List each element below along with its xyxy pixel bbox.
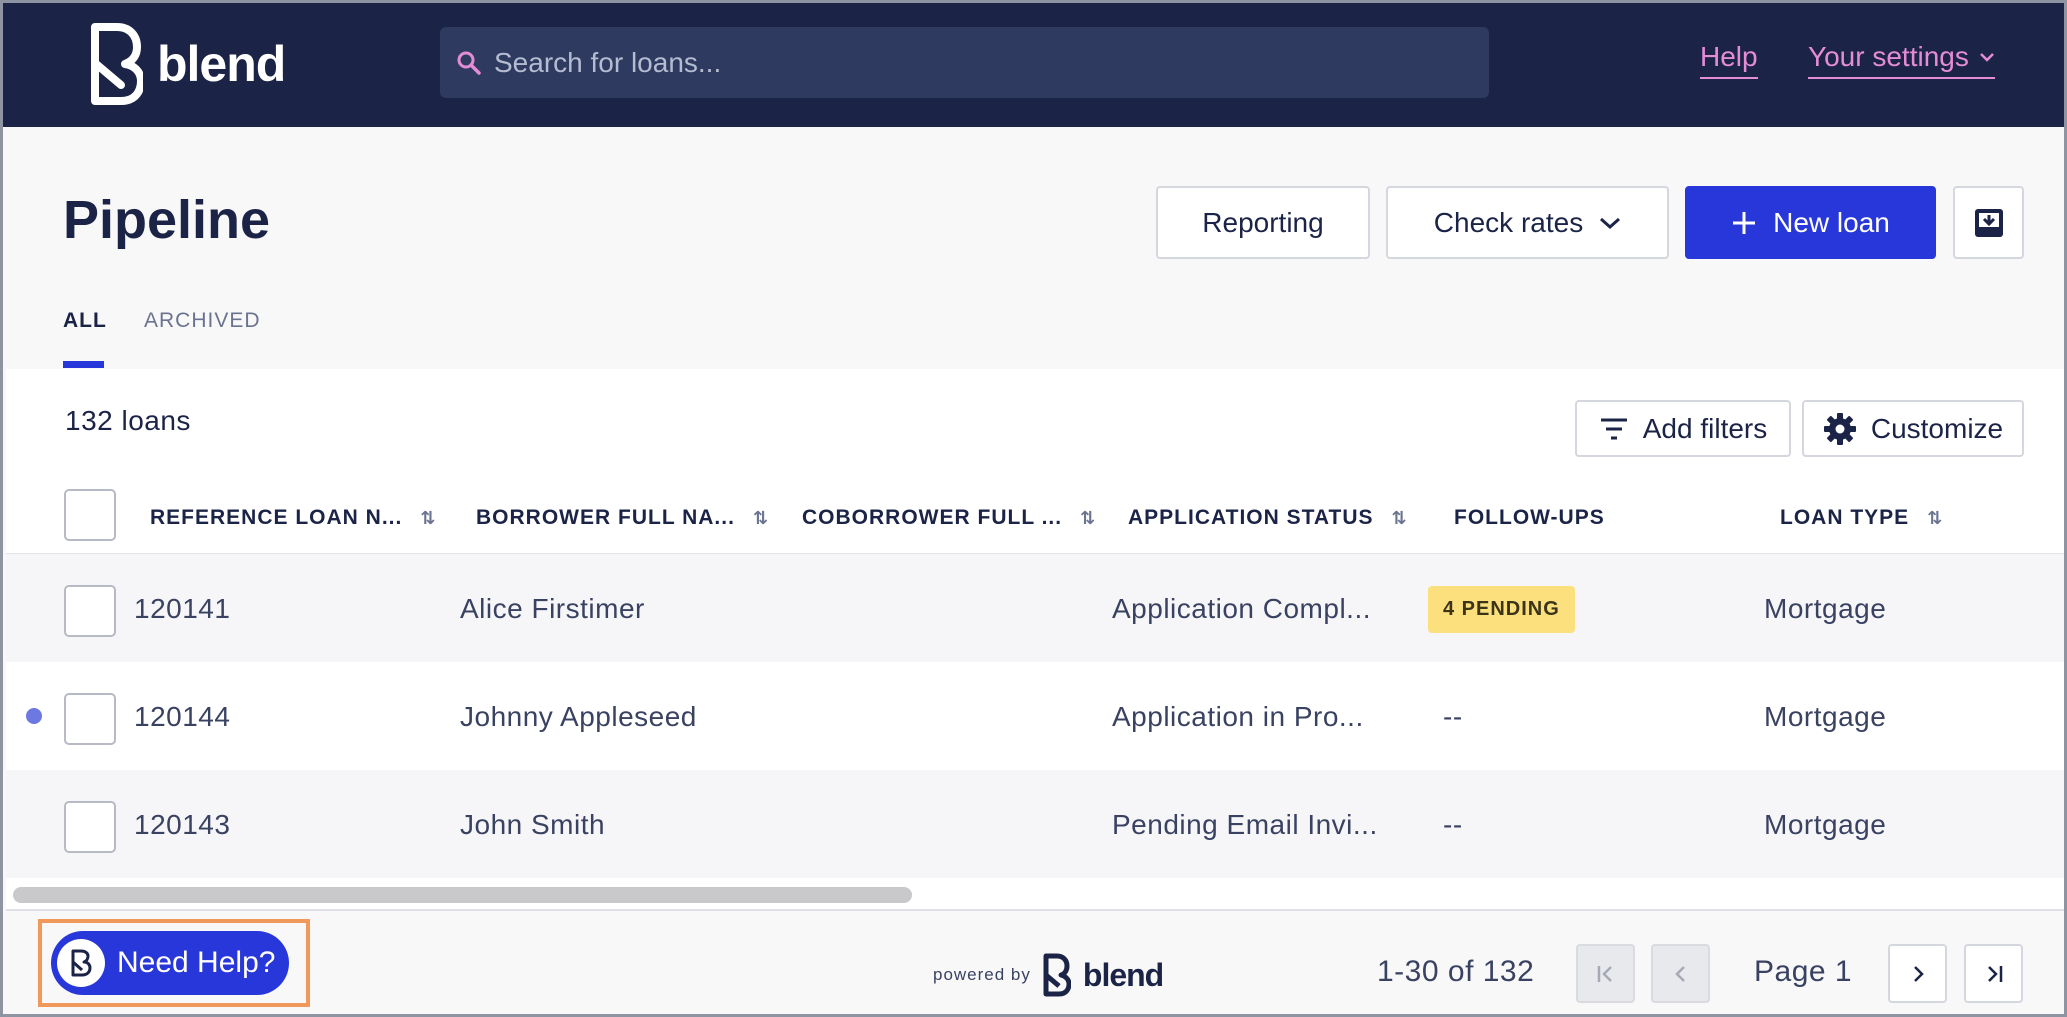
chevron-right-icon [1913,965,1924,982]
column-header-follow-ups: FOLLOW-UPS [1454,506,1605,530]
blend-logo[interactable]: blend [91,21,286,107]
top-navigation-bar: blend Help Your settings [3,3,2064,127]
column-header-label: REFERENCE LOAN N... [150,506,403,529]
need-help-label: Need Help? [117,946,276,979]
column-header-borrower-full-name[interactable]: BORROWER FULL NA... ⇅ [476,506,769,530]
check-rates-dropdown[interactable]: Check rates [1386,186,1669,259]
help-link-label: Help [1700,41,1758,72]
settings-label: Your settings [1808,41,1969,72]
search-icon [457,51,481,75]
horizontal-scrollbar-thumb[interactable] [13,887,912,903]
follow-ups-pending-badge[interactable]: 4 PENDING [1428,586,1575,633]
column-header-label: LOAN TYPE [1780,506,1910,529]
app-frame: blend Help Your settings Pipeline Report… [0,0,2067,1017]
search-bar[interactable] [440,27,1489,98]
sort-arrows-icon[interactable]: ⇅ [753,508,769,529]
cell-borrower-name[interactable]: Alice Firstimer [460,593,645,625]
cell-follow-ups: -- [1443,701,1463,732]
next-page-button[interactable] [1888,944,1947,1003]
sort-arrows-icon[interactable]: ⇅ [1392,508,1408,529]
pagination-range: 1-30 of 132 [1377,955,1535,988]
powered-by-text: powered by [933,965,1031,984]
column-header-label: APPLICATION STATUS [1128,506,1374,529]
table-row[interactable]: 120143 John Smith Pending Email Invi... … [6,770,2064,878]
cell-application-status: Application in Pro... [1112,701,1364,732]
cell-loan-type: Mortgage [1764,809,1887,840]
cell-borrower-name[interactable]: Johnny Appleseed [460,701,697,733]
blend-help-icon [57,939,105,987]
your-settings-menu[interactable]: Your settings [1808,41,1995,79]
new-loan-label: New loan [1773,206,1890,238]
last-page-button[interactable] [1964,944,2023,1003]
chevron-down-icon [1600,217,1621,229]
reporting-label: Reporting [1202,206,1324,238]
column-header-reference-loan-number[interactable]: REFERENCE LOAN N... ⇅ [150,506,436,530]
table-row[interactable]: 120144 Johnny Appleseed Application in P… [6,662,2064,770]
cell-reference-loan-number: 120144 [134,701,231,732]
chevron-left-icon [1674,965,1685,982]
column-header-label: FOLLOW-UPS [1454,506,1605,529]
download-inbox-icon [1974,208,2003,237]
powered-by-brand: blend [1082,956,1164,993]
cell-reference-loan-number: 120141 [134,593,231,624]
blend-b-logo-icon [91,23,143,105]
search-input[interactable] [494,46,1444,79]
cell-application-status: Application Compl... [1112,593,1372,624]
column-header-coborrower-full-name[interactable]: COBORROWER FULL ... ⇅ [802,506,1096,530]
table-row[interactable]: 120141 Alice Firstimer Application Compl… [6,554,2064,662]
cell-follow-ups: -- [1443,809,1463,840]
first-page-button[interactable] [1576,944,1635,1003]
sort-arrows-icon[interactable]: ⇅ [1080,508,1096,529]
column-header-label: BORROWER FULL NA... [476,506,735,529]
filter-icon [1600,418,1627,439]
blend-b-logo-icon [1043,953,1071,997]
cell-borrower-name[interactable]: John Smith [460,809,605,841]
tab-all[interactable]: ALL [63,309,107,333]
customize-label: Customize [1870,412,2004,444]
export-button[interactable] [1953,186,2024,259]
add-filters-label: Add filters [1642,412,1768,444]
plus-icon [1733,211,1756,234]
cell-loan-type: Mortgage [1764,701,1887,732]
previous-page-button[interactable] [1651,944,1710,1003]
last-page-icon [1987,965,2002,982]
sort-arrows-icon[interactable]: ⇅ [420,508,436,529]
column-header-label: COBORROWER FULL ... [802,506,1063,529]
active-tab-indicator [63,361,104,368]
cell-application-status: Pending Email Invi... [1112,809,1378,840]
customize-button[interactable]: Customize [1802,400,2024,457]
loan-count: 132 loans [65,405,191,436]
powered-by-blend: powered by blend [933,953,1164,997]
reporting-button[interactable]: Reporting [1156,186,1370,259]
current-page-label: Page 1 [1754,955,1853,988]
need-help-button[interactable]: Need Help? [51,931,289,995]
new-loan-button[interactable]: New loan [1685,186,1936,259]
cell-reference-loan-number: 120143 [134,809,231,840]
chevron-down-icon [1979,53,1994,62]
row-checkbox[interactable] [64,693,116,745]
sort-arrows-icon[interactable]: ⇅ [1927,508,1943,529]
check-rates-label: Check rates [1433,206,1584,238]
page-title: Pipeline [63,190,271,250]
unread-indicator-dot [26,708,42,724]
gear-icon [1823,412,1856,445]
footer-divider [6,909,2064,911]
row-checkbox[interactable] [64,585,116,637]
cell-loan-type: Mortgage [1764,593,1887,624]
column-header-application-status[interactable]: APPLICATION STATUS ⇅ [1128,506,1408,530]
select-all-checkbox[interactable] [64,489,116,541]
row-checkbox[interactable] [64,801,116,853]
add-filters-button[interactable]: Add filters [1575,400,1791,457]
tab-archived[interactable]: ARCHIVED [144,309,261,333]
help-link[interactable]: Help [1700,41,1758,79]
logo-text: blend [157,36,286,92]
column-header-loan-type[interactable]: LOAN TYPE ⇅ [1780,506,1943,530]
first-page-icon [1597,965,1612,982]
